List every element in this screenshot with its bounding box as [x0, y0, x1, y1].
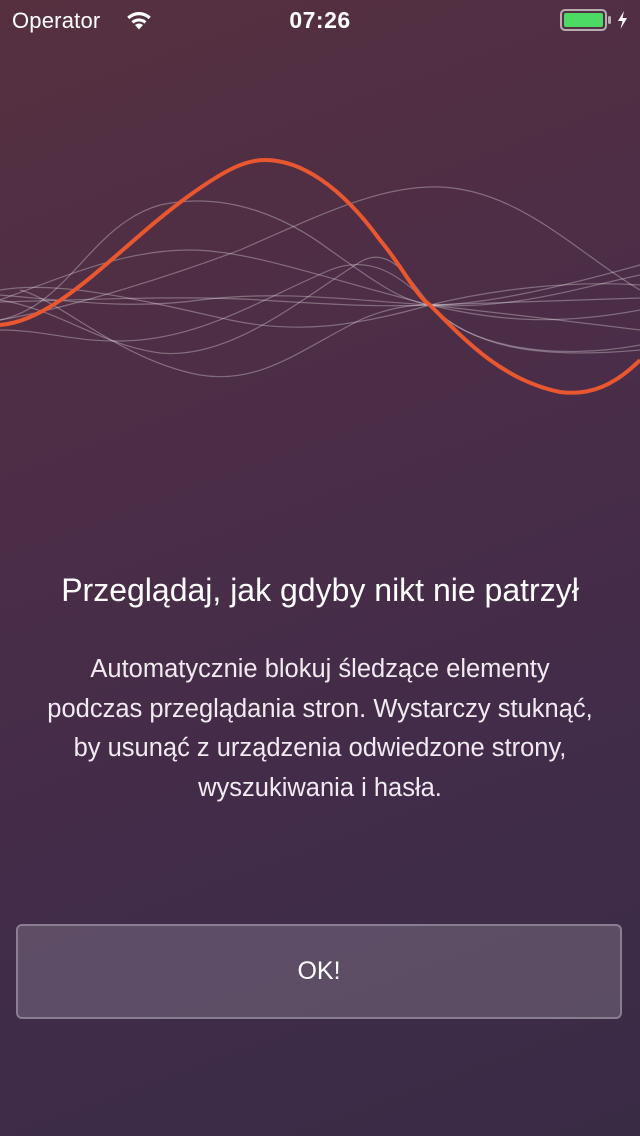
status-bar: Operator 07:26	[0, 0, 640, 40]
charging-bolt-icon	[618, 11, 627, 29]
ok-button[interactable]: OK!	[16, 924, 622, 1019]
battery-icon	[560, 9, 627, 31]
feature-description: Automatycznie blokuj śledzące elementy p…	[47, 655, 593, 802]
page-title: Przeglądaj, jak gdyby nikt nie patrzył	[61, 572, 579, 608]
sine-wave-illustration	[0, 157, 640, 395]
status-time: 07:26	[289, 7, 351, 33]
